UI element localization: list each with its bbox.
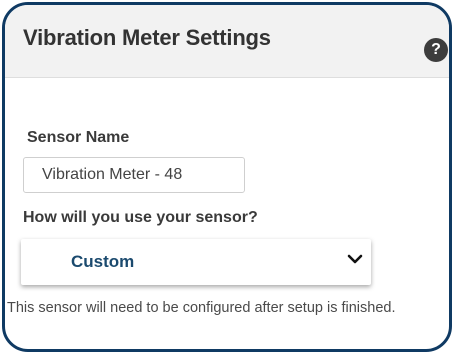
settings-panel: Vibration Meter Settings ? Sensor Name H… (2, 2, 452, 352)
panel-title: Vibration Meter Settings (23, 25, 271, 50)
sensor-name-label: Sensor Name (27, 129, 130, 146)
panel-header: Vibration Meter Settings ? (5, 5, 449, 78)
help-icon[interactable]: ? (424, 38, 448, 62)
sensor-name-input[interactable] (23, 157, 245, 193)
usage-select[interactable]: Custom (21, 239, 371, 285)
usage-question-label: How will you use your sensor? (23, 209, 258, 226)
chevron-down-icon (347, 254, 363, 264)
configuration-note: This sensor will need to be configured a… (7, 300, 396, 316)
usage-select-value: Custom (71, 252, 135, 271)
